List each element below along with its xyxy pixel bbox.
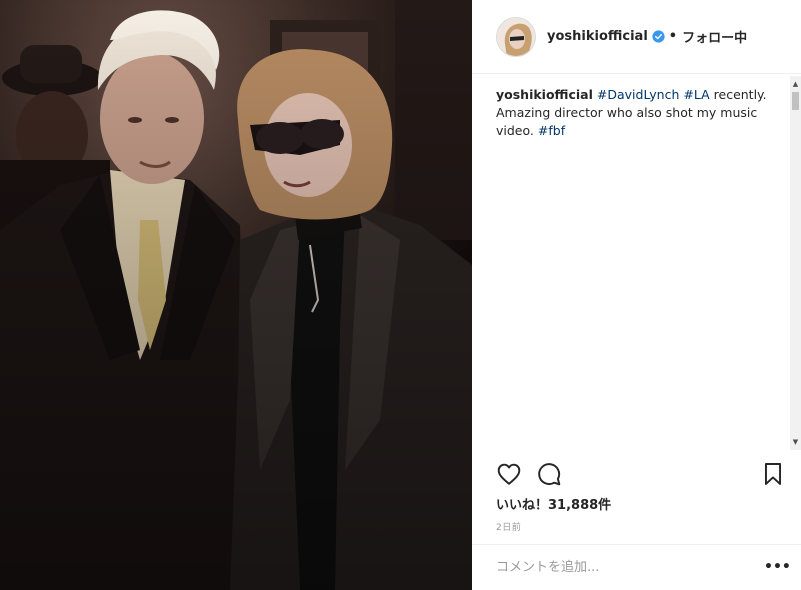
post-actions (496, 461, 786, 489)
hashtag-la[interactable]: #LA (683, 87, 709, 102)
scroll-down-arrow-icon[interactable]: ▼ (790, 436, 801, 448)
verified-badge-icon (652, 30, 665, 43)
follow-state-button[interactable]: フォロー中 (682, 27, 747, 46)
bookmark-icon[interactable] (760, 461, 786, 487)
caption: yoshikiofficial #DavidLynch #LA recently… (496, 86, 786, 446)
post-header: yoshikiofficial • フォロー中 (472, 0, 801, 74)
caption-scrollbar[interactable]: ▲ ▼ (790, 76, 801, 450)
more-options-button[interactable]: ••• (764, 557, 791, 577)
follow-separator: • (668, 29, 678, 44)
post-side-panel: yoshikiofficial • フォロー中 yoshikiofficial … (472, 0, 801, 590)
comment-bar: ••• (472, 544, 801, 590)
scroll-thumb[interactable] (792, 92, 799, 110)
caption-text-recently: recently. (713, 87, 767, 102)
likes-count[interactable]: いいね！31,888件 (496, 494, 611, 513)
profile-avatar[interactable] (496, 16, 536, 57)
caption-username[interactable]: yoshikiofficial (496, 87, 593, 102)
scroll-up-arrow-icon[interactable]: ▲ (790, 78, 801, 90)
caption-text-body: Amazing director who also shot my music … (496, 105, 758, 138)
heart-icon[interactable] (496, 461, 522, 487)
avatar-image (497, 17, 535, 56)
hashtag-fbf[interactable]: #fbf (538, 123, 565, 138)
comment-bubble-icon[interactable] (536, 461, 562, 487)
header-username[interactable]: yoshikiofficial (547, 29, 648, 44)
post-timestamp[interactable]: 2日前 (496, 520, 521, 533)
post-photo-image (0, 0, 472, 590)
comment-input[interactable] (496, 555, 756, 579)
post-photo[interactable] (0, 0, 472, 590)
hashtag-davidlynch[interactable]: #DavidLynch (597, 87, 680, 102)
